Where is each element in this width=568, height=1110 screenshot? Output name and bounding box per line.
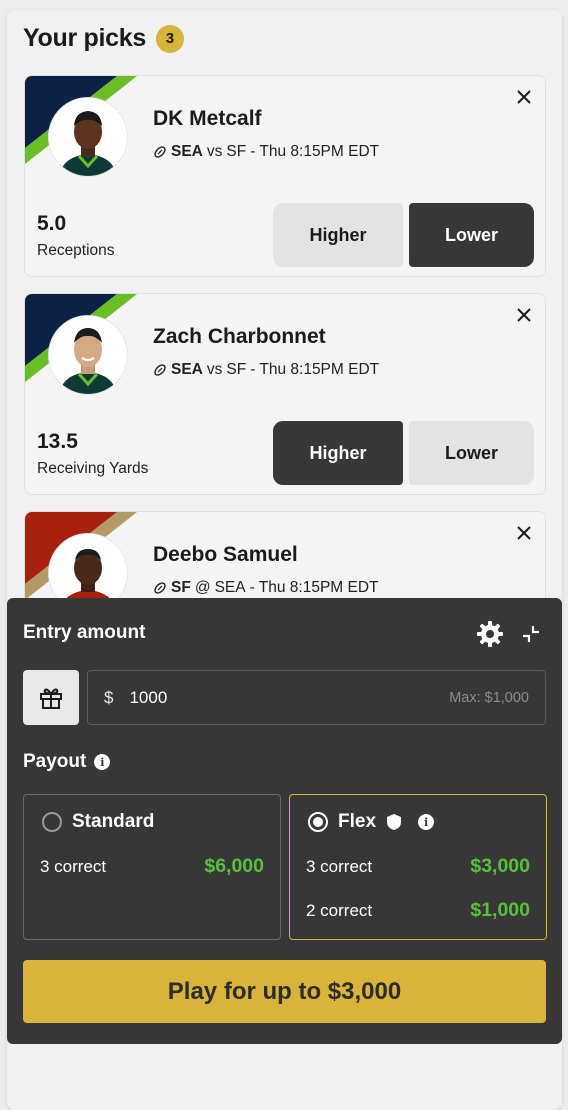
correct-count: 2 correct	[306, 900, 373, 920]
collapse-button[interactable]	[519, 622, 543, 646]
opponent-abbr: SF	[226, 361, 247, 378]
team-abbr: SEA	[171, 143, 203, 160]
opponent-abbr: SEA	[214, 579, 246, 596]
collapse-icon	[523, 626, 539, 642]
matchup-info: SF @ SEA - Thu 8:15PM EDT	[153, 579, 379, 597]
currency-symbol: $	[104, 687, 114, 707]
shield-icon	[387, 814, 402, 830]
close-icon	[517, 526, 531, 540]
payout-amount: $1,000	[470, 899, 530, 921]
gear-icon	[477, 621, 503, 647]
info-icon[interactable]: i	[94, 754, 111, 770]
standard-label: Standard	[72, 811, 155, 832]
page-title: Your picks	[23, 24, 146, 52]
picks-count-badge: 3	[155, 24, 184, 53]
option-header: Flex i	[308, 811, 435, 833]
remove-pick-button[interactable]	[513, 522, 535, 544]
payout-heading: Payout i	[23, 751, 111, 773]
payout-option-flex[interactable]: Flex i 3 correct $3,000 2 correct $1,000	[289, 794, 547, 940]
football-icon	[154, 146, 166, 158]
higher-lower-toggle: Higher Lower	[273, 421, 534, 485]
flex-radio[interactable]	[308, 812, 328, 832]
entry-amount-value[interactable]: 1000	[129, 688, 449, 708]
matchup-separator: vs	[206, 143, 223, 160]
game-time: - Thu 8:15PM EDT	[250, 361, 380, 378]
payout-title: Payout	[23, 751, 87, 772]
remove-pick-button[interactable]	[513, 86, 535, 108]
play-button[interactable]: Play for up to $3,000	[23, 960, 546, 1023]
flex-label: Flex	[338, 811, 377, 832]
lower-button[interactable]: Lower	[409, 421, 534, 485]
picks-header: Your picks 3	[23, 24, 184, 53]
entry-amount-title: Entry amount	[23, 622, 146, 643]
stat-line-value: 13.5	[37, 430, 78, 453]
football-icon	[154, 364, 166, 376]
info-icon[interactable]: i	[418, 814, 435, 830]
payout-row: 3 correct $3,000	[306, 855, 530, 878]
team-abbr: SEA	[171, 361, 203, 378]
promo-gift-button[interactable]	[23, 670, 79, 725]
player-name: DK Metcalf	[153, 107, 262, 130]
matchup-separator: @	[194, 579, 211, 596]
payout-amount: $6,000	[204, 855, 264, 877]
game-time: - Thu 8:15PM EDT	[250, 143, 380, 160]
stat-type-label: Receiving Yards	[37, 460, 149, 477]
option-header: Standard	[42, 811, 154, 833]
settings-button[interactable]	[476, 620, 504, 648]
game-time: - Thu 8:15PM EDT	[249, 579, 379, 596]
correct-count: 3 correct	[306, 856, 373, 876]
payout-option-standard[interactable]: Standard 3 correct $6,000	[23, 794, 281, 940]
lower-button[interactable]: Lower	[409, 203, 534, 267]
stat-type-label: Receptions	[37, 242, 115, 259]
pick-card-dk-metcalf: DK Metcalf SEA vs SF - Thu 8:15PM EDT 5.…	[24, 75, 546, 277]
pick-card-zach-charbonnet: Zach Charbonnet SEA vs SF - Thu 8:15PM E…	[24, 293, 546, 495]
gift-icon	[40, 688, 62, 709]
higher-lower-toggle: Higher Lower	[273, 203, 534, 267]
entry-panel: Entry amount $ 1000 Max: $1,000 Payout i…	[7, 598, 562, 1044]
entry-amount-field[interactable]: $ 1000 Max: $1,000	[87, 670, 546, 725]
higher-button[interactable]: Higher	[273, 421, 403, 485]
player-name: Deebo Samuel	[153, 543, 298, 566]
close-icon	[517, 308, 531, 322]
standard-radio[interactable]	[42, 812, 62, 832]
player-avatar	[49, 316, 127, 394]
payout-row: 2 correct $1,000	[306, 899, 530, 922]
player-avatar	[49, 98, 127, 176]
player-name: Zach Charbonnet	[153, 325, 326, 348]
higher-button[interactable]: Higher	[273, 203, 403, 267]
remove-pick-button[interactable]	[513, 304, 535, 326]
close-icon	[517, 90, 531, 104]
team-abbr: SF	[171, 579, 191, 596]
max-amount-hint: Max: $1,000	[449, 689, 529, 706]
stat-line-value: 5.0	[37, 212, 67, 235]
payout-amount: $3,000	[470, 855, 530, 877]
matchup-info: SEA vs SF - Thu 8:15PM EDT	[153, 143, 379, 161]
matchup-separator: vs	[206, 361, 223, 378]
payout-row: 3 correct $6,000	[40, 855, 264, 878]
matchup-info: SEA vs SF - Thu 8:15PM EDT	[153, 361, 379, 379]
opponent-abbr: SF	[226, 143, 247, 160]
football-icon	[154, 582, 166, 594]
correct-count: 3 correct	[40, 856, 107, 876]
